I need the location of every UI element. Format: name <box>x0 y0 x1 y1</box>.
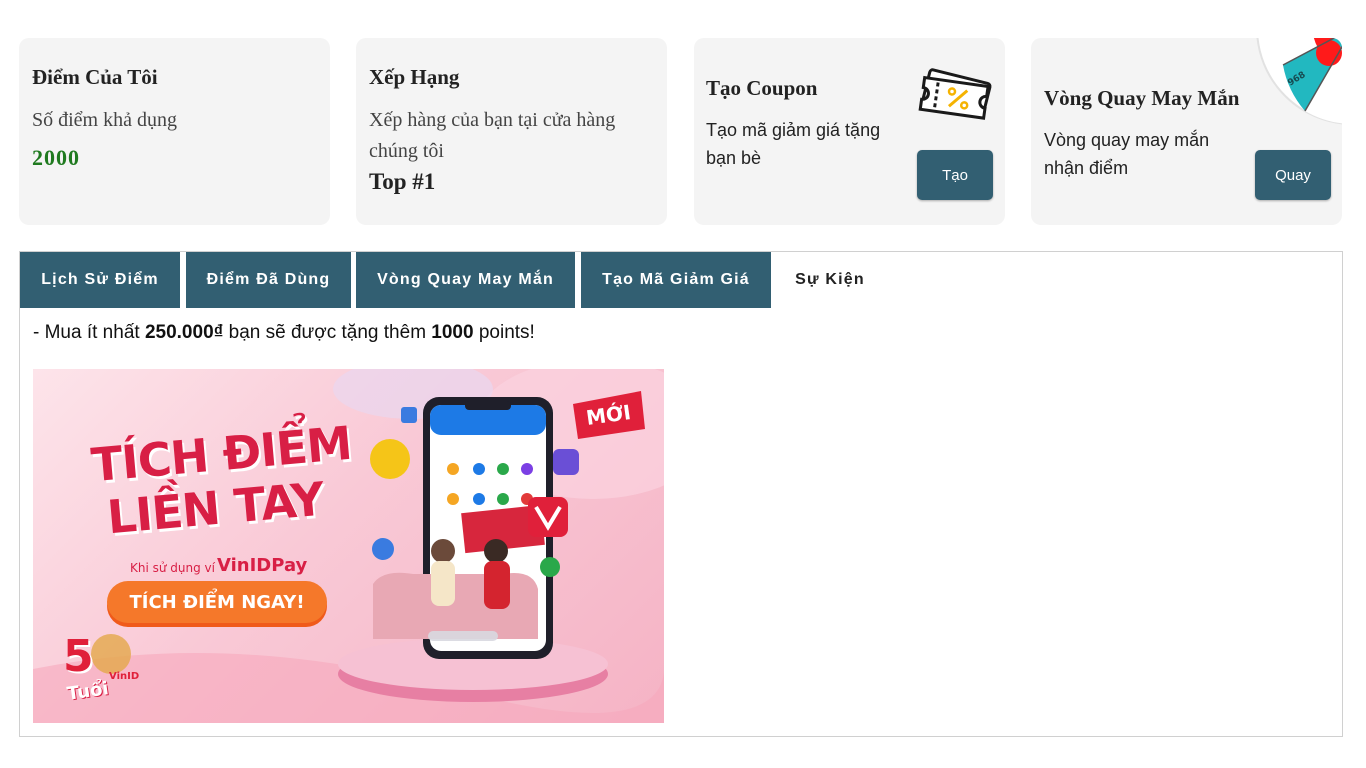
lucky-wheel-title: Vòng Quay May Mắn <box>1044 86 1240 110</box>
lucky-wheel-line2: nhận điểm <box>1044 158 1129 178</box>
lucky-wheel-card: 968 972 Vòng Quay May Mắn Vòng quay may … <box>1031 38 1342 225</box>
event-suffix: points! <box>473 322 535 343</box>
coupon-line1: Tạo mã giảm giá tặng <box>706 120 881 140</box>
lucky-wheel-line1: Vòng quay may mắn <box>1044 130 1210 150</box>
ranking-line1: Xếp hàng của bạn tại cửa hàng <box>369 109 616 131</box>
my-points-value: 2000 <box>32 145 80 170</box>
promo-banner: TÍCH ĐIỂM LIỀN TAY Khi sử dụng ví VinIDP… <box>33 369 664 723</box>
event-description: - Mua ít nhất 250.000₫ bạn sẽ được tặng … <box>33 322 535 344</box>
banner-subtitle: Khi sử dụng ví <box>130 561 215 575</box>
event-bonus: 1000 <box>431 322 474 343</box>
wheel-label-972: 972 <box>1338 127 1342 128</box>
event-amount: 250.000₫ <box>144 322 224 343</box>
coupon-line2: bạn bè <box>706 148 762 168</box>
ranking-line2: chúng tôi <box>369 140 444 162</box>
lucky-wheel-icon: 968 972 <box>1256 38 1342 128</box>
event-middle: bạn sẽ được tặng thêm <box>223 322 432 343</box>
my-points-card: Điểm Của Tôi Số điểm khả dụng 2000 <box>19 38 330 225</box>
create-coupon-button[interactable]: Tạo <box>917 150 993 200</box>
ranking-title: Xếp Hạng <box>369 65 460 89</box>
event-prefix: - Mua ít nhất <box>33 322 145 343</box>
banner-anniversary-brand: VinID <box>109 671 140 682</box>
spin-wheel-button[interactable]: Quay <box>1255 150 1331 200</box>
coupon-card: Tạo Coupon Tạo mã giảm giá tặng bạn bè T… <box>694 38 1005 225</box>
banner-brand: VinIDPay <box>217 555 308 576</box>
tab-create-coupon[interactable]: Tạo Mã Giảm Giá <box>581 252 771 308</box>
tabs-panel: Lịch Sử Điểm Điểm Đã Dùng Vòng Quay May … <box>19 251 1343 737</box>
tab-lucky-wheel[interactable]: Vòng Quay May Mắn <box>356 252 575 308</box>
tab-points-history[interactable]: Lịch Sử Điểm <box>20 252 180 308</box>
my-points-title: Điểm Của Tôi <box>32 65 158 89</box>
tab-events[interactable]: Sự Kiện <box>777 252 883 308</box>
tab-points-used[interactable]: Điểm Đã Dùng <box>186 252 351 308</box>
ranking-card: Xếp Hạng Xếp hàng của bạn tại cửa hàng c… <box>356 38 667 225</box>
coupon-ticket-icon <box>918 68 992 120</box>
banner-cta-button[interactable]: TÍCH ĐIỂM NGAY! <box>107 581 327 623</box>
ranking-value: Top #1 <box>369 169 436 194</box>
my-points-subtitle: Số điểm khả dụng <box>32 109 177 131</box>
coupon-title: Tạo Coupon <box>706 76 818 100</box>
banner-anniversary-number: 5 <box>63 631 94 682</box>
